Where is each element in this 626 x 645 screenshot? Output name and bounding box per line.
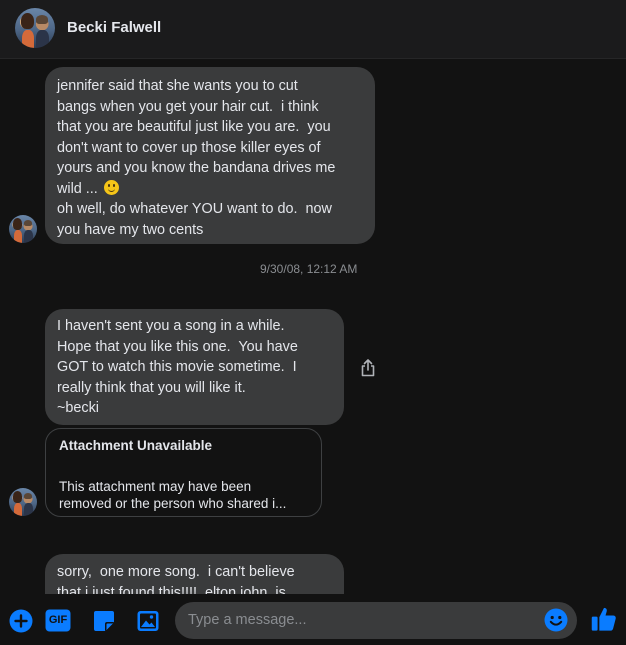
message-line: sorry, one more song. i can't believe (57, 564, 295, 580)
gif-label: GIF (48, 614, 68, 626)
share-icon[interactable] (358, 358, 378, 378)
message-input[interactable]: Type a message... (175, 602, 577, 639)
conversation-header: Becki Falwell (0, 0, 626, 59)
message-line: bangs when you get your hair cut. i thin… (57, 98, 319, 115)
attachment-title: Attachment Unavailable (59, 438, 213, 453)
message-line: jennifer said that she wants you to cut (57, 78, 298, 94)
sender-avatar[interactable] (9, 488, 37, 516)
attachment-description: This attachment may have been removed or… (59, 479, 287, 511)
message-line: don't want to cover up those killer eyes… (57, 139, 321, 156)
message-bubble[interactable]: jennifer said that she wants you to cut … (45, 67, 375, 244)
message-line: oh well, do whatever YOU want to do. now (57, 201, 332, 217)
message-input-placeholder: Type a message... (188, 612, 307, 628)
message-line: that you are beautiful just like you are… (57, 119, 331, 135)
sticker-icon[interactable] (92, 609, 116, 633)
image-icon[interactable] (136, 609, 160, 633)
gif-icon[interactable]: GIF (45, 609, 71, 632)
message-line: ~becki (57, 400, 99, 416)
message-line: you have my two cents (57, 221, 204, 238)
contact-name[interactable]: Becki Falwell (67, 19, 161, 36)
add-icon[interactable] (9, 609, 33, 633)
message-line: that i just found this!!!! elton john is (57, 584, 286, 595)
contact-avatar[interactable] (15, 8, 55, 48)
message-line: Hope that you like this one. You have (57, 338, 298, 355)
message-line: I haven't sent you a song in a while. (57, 318, 285, 334)
message-bubble[interactable]: I haven't sent you a song in a while. Ho… (45, 309, 344, 425)
message-line: really think that you will like it. (57, 379, 246, 396)
message-line: GOT to watch this movie sometime. I (57, 359, 297, 375)
sender-avatar[interactable] (9, 215, 37, 243)
emoji-icon[interactable] (544, 608, 568, 632)
smiling-face-emoji-icon (103, 179, 119, 195)
message-line: yours and you know the bandana drives me (57, 160, 336, 176)
like-icon[interactable] (590, 605, 618, 633)
attachment-card[interactable]: Attachment Unavailable This attachment m… (45, 428, 322, 517)
message-line: wild ... (57, 180, 102, 197)
message-bubble[interactable]: sorry, one more song. i can't believe th… (45, 554, 344, 594)
